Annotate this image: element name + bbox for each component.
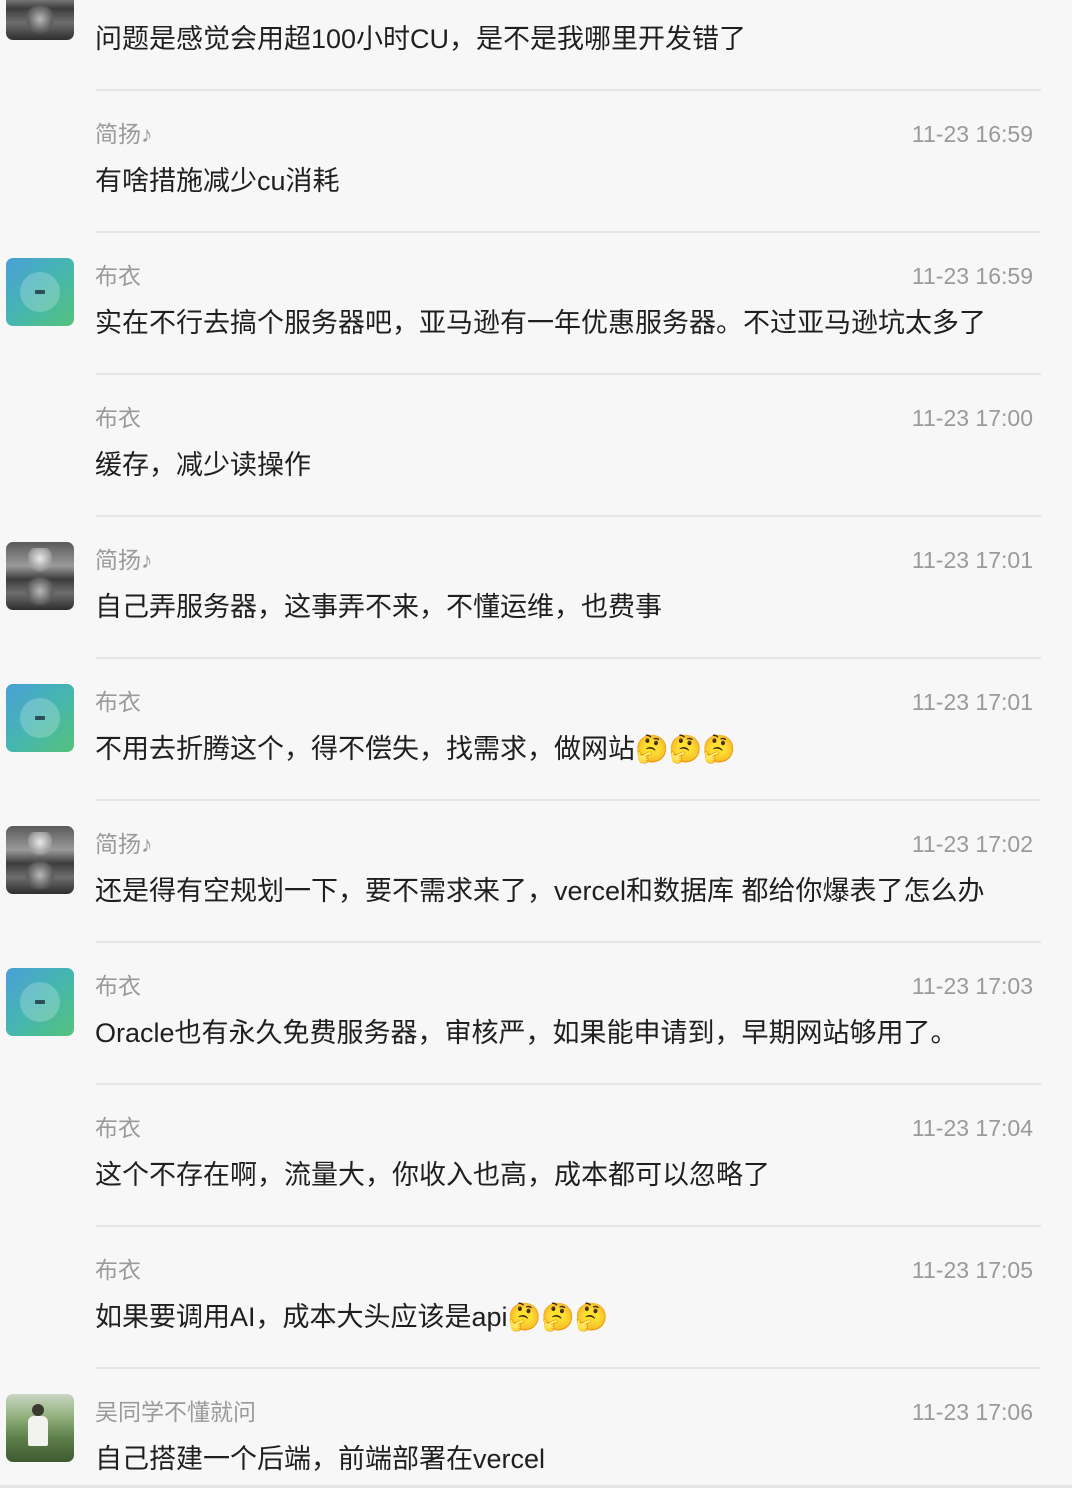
message-text: 这个不存在啊，流量大，你收入也高，成本都可以忽略了 [95,1160,770,1190]
message-text: 自己搭建一个后端，前端部署在vercel [95,1444,546,1474]
user-avatar[interactable] [6,0,74,40]
message-text: 如果要调用AI，成本大头应该是api🤔🤔🤔 [95,1302,609,1332]
message-text: 缓存，减少读操作 [95,450,311,480]
user-avatar[interactable] [6,968,74,1036]
user-avatar[interactable] [6,258,74,326]
chat-message-list: 问题是感觉会用超100小时CU，是不是我哪里开发错了 简扬♪ 11-23 16:… [0,0,1072,1488]
user-avatar[interactable] [6,1394,74,1462]
message-timestamp: 11-23 17:02 [911,831,1033,857]
message-timestamp: 11-23 16:59 [911,263,1033,289]
message-text: 还是得有空规划一下，要不需求来了，vercel和数据库 都给你爆表了怎么办 [95,876,985,906]
message-text: Oracle也有永久免费服务器，审核严，如果能申请到，早期网站够用了。 [95,1018,958,1048]
avatar-mark [35,716,45,720]
message-timestamp: 11-23 16:59 [911,121,1033,147]
sender-name[interactable]: 布衣 [95,1256,141,1284]
message-text: 有啥措施减少cu消耗 [95,166,340,196]
sender-name[interactable]: 简扬♪ [95,120,153,148]
sender-name[interactable]: 布衣 [95,404,141,432]
sender-name[interactable]: 简扬♪ [95,830,153,858]
sender-name[interactable]: 布衣 [95,972,141,1000]
sender-name[interactable]: 布衣 [95,688,141,716]
message-timestamp: 11-23 17:03 [911,973,1033,999]
sender-name[interactable]: 简扬♪ [95,546,153,574]
chat-message: 布衣 11-23 17:01 不用去折腾这个，得不偿失，找需求，做网站🤔🤔🤔 [0,658,1072,800]
chat-message: 简扬♪ 11-23 16:59 有啥措施减少cu消耗 [0,90,1072,232]
chat-message: 布衣 11-23 17:05 如果要调用AI，成本大头应该是api🤔🤔🤔 [0,1226,1072,1368]
sender-name[interactable]: 布衣 [95,1114,141,1142]
chat-message: 简扬♪ 11-23 17:02 还是得有空规划一下，要不需求来了，vercel和… [0,800,1072,942]
message-timestamp: 11-23 17:00 [911,405,1033,431]
message-timestamp: 11-23 17:06 [911,1399,1033,1425]
user-avatar[interactable] [6,684,74,752]
message-timestamp: 11-23 17:05 [911,1257,1033,1283]
message-timestamp: 11-23 17:01 [911,689,1033,715]
avatar-figure-head [32,1404,44,1416]
user-avatar[interactable] [6,826,74,894]
chat-message: 布衣 11-23 16:59 实在不行去搞个服务器吧，亚马逊有一年优惠服务器。不… [0,232,1072,374]
message-text: 不用去折腾这个，得不偿失，找需求，做网站🤔🤔🤔 [95,734,736,764]
sender-name[interactable]: 布衣 [95,262,141,290]
chat-message: 布衣 11-23 17:04 这个不存在啊，流量大，你收入也高，成本都可以忽略了 [0,1084,1072,1226]
chat-message: 简扬♪ 11-23 17:01 自己弄服务器，这事弄不来，不懂运维，也费事 [0,516,1072,658]
message-timestamp: 11-23 17:01 [911,547,1033,573]
user-avatar[interactable] [6,542,74,610]
message-timestamp: 11-23 17:04 [911,1115,1033,1141]
chat-message: 吴同学不懂就问 11-23 17:06 自己搭建一个后端，前端部署在vercel [0,1368,1072,1488]
message-text: 自己弄服务器，这事弄不来，不懂运维，也费事 [95,592,662,622]
sender-name[interactable]: 吴同学不懂就问 [95,1398,256,1426]
avatar-mark [35,290,45,294]
message-text: 问题是感觉会用超100小时CU，是不是我哪里开发错了 [95,24,747,54]
avatar-mark [35,1000,45,1004]
chat-message: 布衣 11-23 17:03 Oracle也有永久免费服务器，审核严，如果能申请… [0,942,1072,1084]
message-text: 实在不行去搞个服务器吧，亚马逊有一年优惠服务器。不过亚马逊坑太多了 [95,308,986,338]
avatar-figure-body [28,1416,48,1446]
chat-message: 布衣 11-23 17:00 缓存，减少读操作 [0,374,1072,516]
